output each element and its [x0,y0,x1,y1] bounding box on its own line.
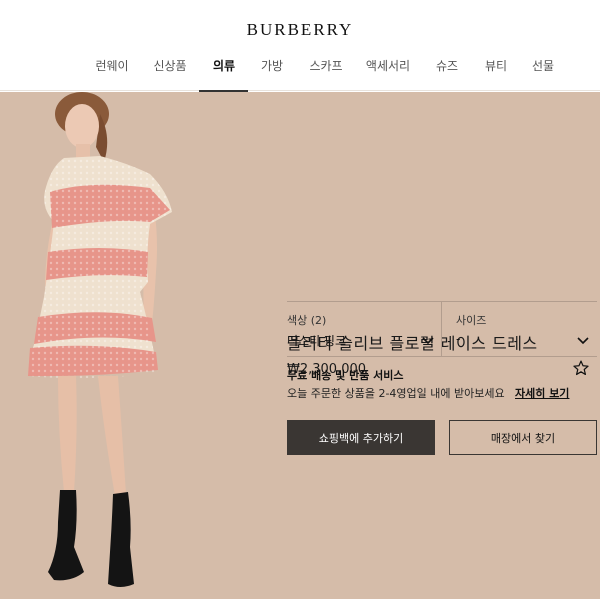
nav-item-shoes[interactable]: 슈즈 [427,58,467,91]
find-in-store-button[interactable]: 매장에서 찾기 [449,420,597,455]
shipping-description: 오늘 주문한 상품을 2-4영업일 내에 받아보세요 [287,387,505,400]
site-header: BURBERRY 런웨이 신상품 의류 가방 스카프 액세서리 슈즈 뷰티 선물 [0,0,600,91]
add-to-bag-button[interactable]: 쇼핑백에 추가하기 [287,420,435,455]
color-selector-label: 색상 (2) [287,314,327,327]
chevron-down-icon [577,337,589,345]
selector-bottom-divider [287,356,597,357]
size-selector[interactable]: 사이즈 - [456,302,597,356]
main-nav: 런웨이 신상품 의류 가방 스카프 액세서리 슈즈 뷰티 선물 [0,58,600,91]
color-selector-value: 더스티 핑크 [287,334,347,348]
star-outline-icon[interactable] [572,359,590,377]
model-product-image [28,92,172,587]
shipping-details-link[interactable]: 자세히 보기 [515,385,569,401]
nav-item-clothing[interactable]: 의류 [204,58,244,91]
chevron-down-icon [422,337,434,345]
size-selector-value: - [456,332,461,346]
color-selector[interactable]: 색상 (2) 더스티 핑크 [287,302,441,356]
nav-item-new[interactable]: 신상품 [150,58,190,91]
nav-item-bags[interactable]: 가방 [252,58,292,91]
nav-item-gifts[interactable]: 선물 [523,58,563,91]
size-selector-label: 사이즈 [456,314,487,327]
shipping-title: 무료 배송 및 반품 서비스 [287,369,404,382]
nav-item-runway[interactable]: 런웨이 [92,58,132,91]
nav-item-accessories[interactable]: 액세서리 [362,58,414,91]
nav-item-scarves[interactable]: 스카프 [304,58,348,91]
selector-split-divider [441,302,442,356]
nav-item-beauty[interactable]: 뷰티 [476,58,516,91]
brand-logo[interactable]: BURBERRY [0,20,600,40]
